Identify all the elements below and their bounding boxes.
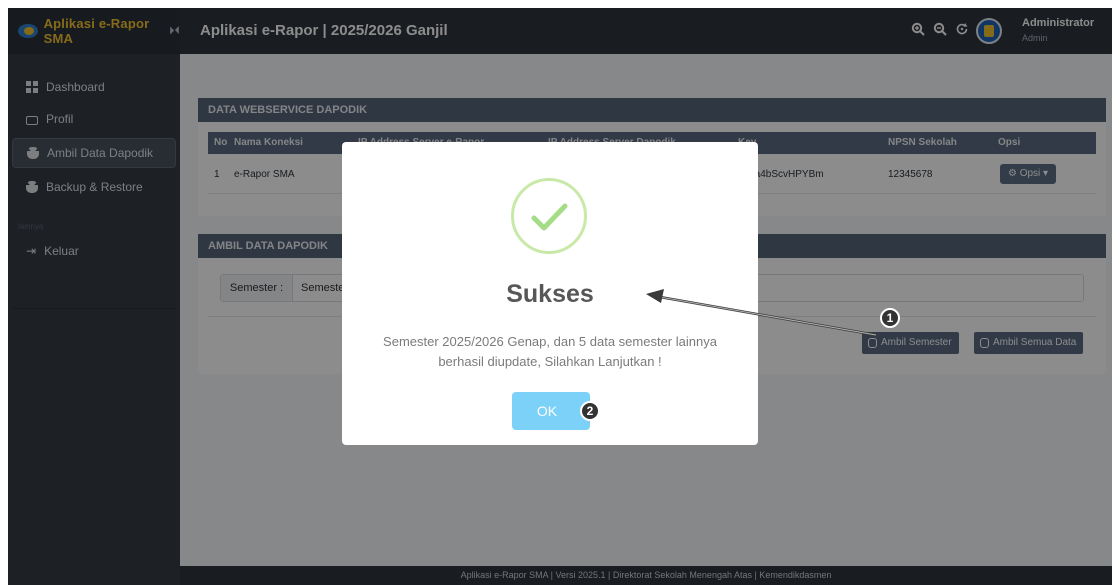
app-window: Aplikasi e-Rapor SMA ⏵⏴ Aplikasi e-Rapor… — [8, 8, 1112, 585]
step-marker-2: 2 — [580, 401, 600, 421]
success-check-icon — [511, 178, 587, 254]
step-marker-1: 1 — [880, 308, 900, 328]
dialog-title: Sukses — [506, 280, 594, 308]
dialog-message: Semester 2025/2026 Genap, dan 5 data sem… — [383, 334, 717, 369]
ok-button[interactable]: OK — [512, 392, 590, 430]
success-dialog: Sukses Semester 2025/2026 Genap, dan 5 d… — [342, 142, 758, 445]
